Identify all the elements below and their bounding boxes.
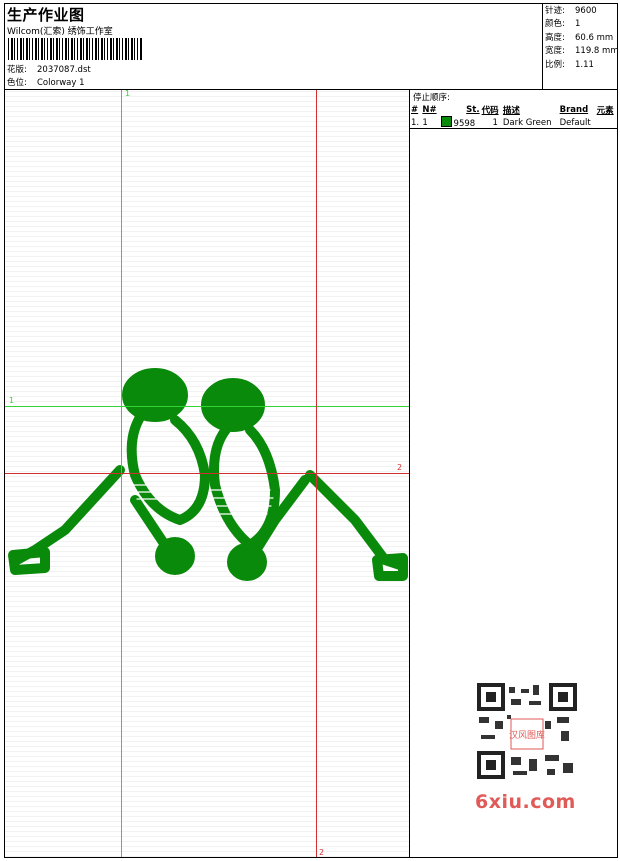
green-horizontal-guide-label: 1	[9, 396, 15, 405]
stat-stitches-label: 针迹:	[545, 6, 565, 16]
stat-scale-value: 1.11	[575, 59, 594, 70]
colorway-line: 色位: Colorway 1	[7, 76, 85, 88]
stat-scale-label: 比例:	[545, 59, 565, 70]
red-vertical-guide	[316, 90, 317, 857]
col-needle: N#	[422, 105, 437, 115]
page-title: 生产作业图	[7, 6, 85, 24]
production-worksheet: 生产作业图 Wilcom(汇索) 绣饰工作室 花版: 2037087.dst 色位…	[4, 3, 619, 858]
stat-colors-value: 1	[575, 19, 581, 30]
left-figure-leg	[12, 465, 125, 565]
col-brand: Brand	[559, 105, 589, 115]
right-figure-foot	[227, 543, 267, 581]
col-description: 描述	[502, 106, 520, 116]
stat-stitches: 针迹: 9600	[545, 5, 617, 18]
red-horizontal-guide	[5, 473, 409, 474]
stat-width-label: 宽度:	[545, 46, 565, 57]
design-file-label: 花版:	[7, 65, 27, 75]
red-horizontal-guide-label: 2	[397, 463, 403, 472]
red-vertical-guide-label: 2	[319, 848, 325, 857]
qr-code-graphic: 汉风图库	[477, 683, 577, 779]
color-swatch	[440, 116, 452, 127]
qr-finder-bottom-left-core	[486, 760, 496, 770]
colorway-value: Colorway 1	[37, 78, 85, 88]
green-vertical-guide-label: 1	[125, 89, 131, 98]
studio-name: Wilcom(汇索) 绣饰工作室	[7, 27, 113, 37]
col-element: 元素	[596, 106, 614, 116]
qr-code: 汉风图库	[471, 681, 581, 781]
stop-sequence-header-row: # N# St. 代码 描述 Brand 元素	[410, 104, 617, 116]
green-horizontal-guide	[5, 406, 409, 407]
stat-width: 宽度: 119.8 mm	[545, 45, 619, 58]
watermark-logo: 6xiu.com	[475, 791, 576, 813]
col-code: 代码	[481, 106, 499, 116]
stop-sequence-panel: 停止顺序: # N# St. 代码 描述 Brand 元素 1. 1 9598	[410, 90, 617, 129]
skeleton-figures-artwork	[8, 368, 408, 581]
seal-stamp-text: 汉风图库	[509, 729, 545, 741]
stop-sequence-title: 停止顺序:	[413, 93, 450, 103]
qr-finder-top-left-core	[486, 692, 496, 702]
col-index: #	[411, 105, 419, 115]
col-stitches: St.	[466, 105, 480, 115]
panel-table-divider	[410, 128, 617, 129]
stop-sequence-table: # N# St. 代码 描述 Brand 元素 1. 1 9598 1 Dark…	[410, 104, 617, 129]
design-stats: 针迹: 9600 颜色: 1 高度: 60.6 mm 宽度: 119.8 mm 比例: 1…	[542, 4, 619, 89]
qr-finder-top-right-core	[558, 692, 568, 702]
design-file-line: 花版: 2037087.dst	[7, 63, 91, 75]
stat-colors: 颜色: 1	[545, 18, 617, 31]
stat-height: 高度: 60.6 mm	[545, 32, 617, 45]
design-file-value: 2037087.dst	[37, 65, 91, 75]
right-figure-leg	[305, 470, 405, 570]
stat-scale: 比例: 1.11	[545, 59, 617, 72]
right-figure-head	[201, 378, 265, 432]
colorway-label: 色位:	[7, 78, 27, 88]
left-figure-foot	[155, 537, 195, 575]
barcode	[8, 38, 143, 60]
stat-height-label: 高度:	[545, 32, 565, 43]
panel-divider	[409, 90, 410, 857]
stat-colors-label: 颜色:	[545, 19, 565, 30]
stat-width-value: 119.8 mm	[575, 46, 619, 57]
stat-height-value: 60.6 mm	[575, 32, 614, 43]
right-outer-foot	[372, 553, 408, 581]
left-figure-head	[122, 368, 188, 422]
stat-stitches-value: 9600	[575, 6, 597, 16]
left-outer-foot	[8, 547, 50, 575]
